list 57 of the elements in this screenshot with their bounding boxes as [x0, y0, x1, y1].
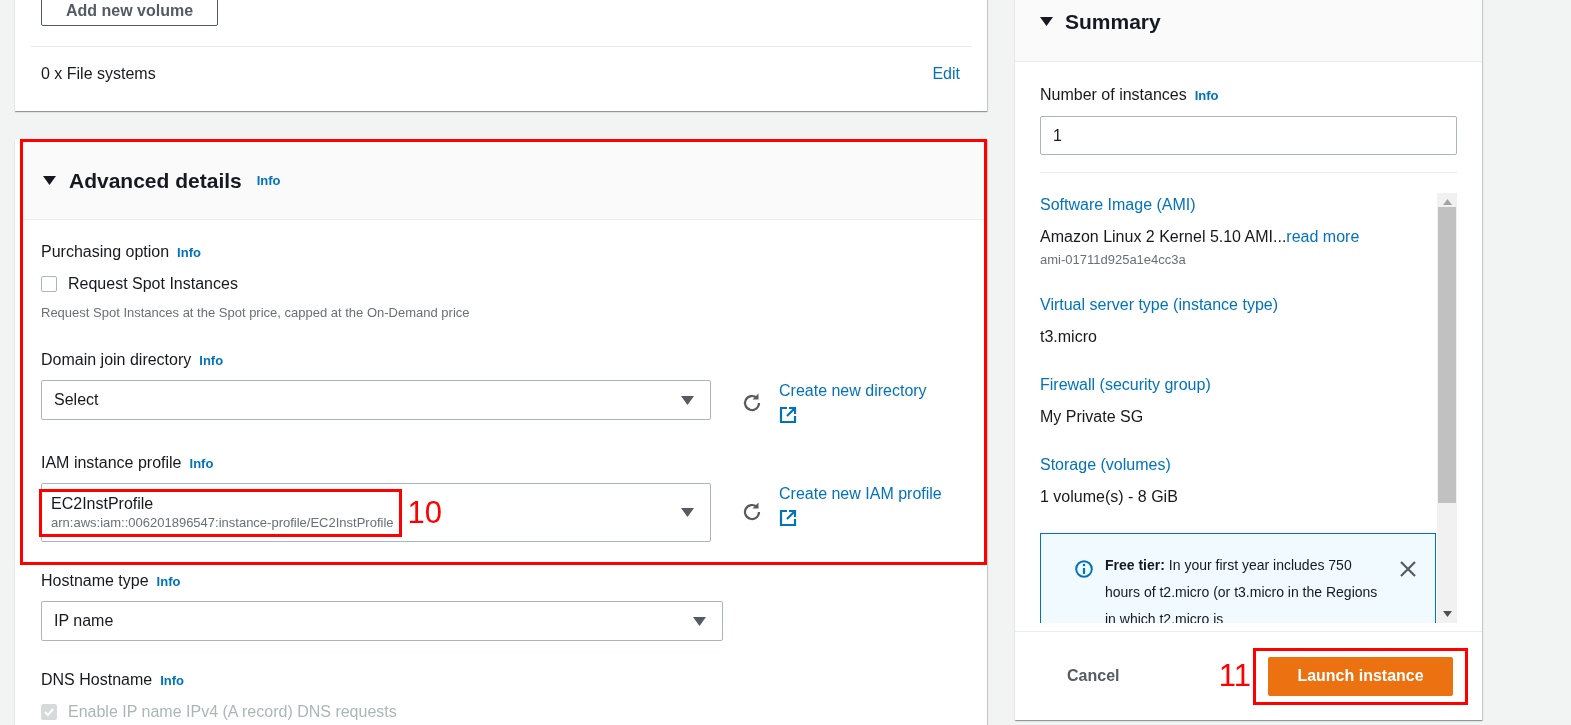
- summary-value: t3.micro: [1040, 328, 1097, 345]
- scroll-up-arrow-icon: [1442, 199, 1452, 205]
- section-title: Advanced details: [69, 168, 242, 193]
- select-value: EC2InstProfile: [51, 493, 155, 514]
- cancel-button[interactable]: Cancel: [1067, 663, 1120, 689]
- annotation-number: 11: [1218, 658, 1251, 694]
- field-label: Hostname type: [41, 571, 149, 591]
- select-description: arn:aws:iam::006201896547:instance-profile/EC2InstProfile: [51, 513, 394, 532]
- summary-link[interactable]: Software Image (AMI): [1040, 193, 1437, 217]
- summary-value: My Private SG: [1040, 408, 1144, 425]
- info-link[interactable]: Info: [256, 173, 281, 188]
- info-link[interactable]: Info: [199, 350, 224, 372]
- read-more-link[interactable]: read more: [1286, 228, 1360, 245]
- summary-link[interactable]: Firewall (security group): [1040, 373, 1437, 397]
- dropdown-select[interactable]: Select: [41, 380, 711, 420]
- add-volume-button[interactable]: Add new volume: [41, 0, 219, 26]
- summary-detail: ami-01711d925a1e4cc3a: [1040, 251, 1187, 269]
- info-icon: [1075, 560, 1093, 578]
- summary-link[interactable]: Virtual server type (instance type): [1040, 293, 1437, 317]
- launch-instance-button[interactable]: Launch instance: [1268, 656, 1453, 696]
- summary-value: Amazon Linux 2 Kernel 5.10 AMI...read more: [1040, 228, 1360, 245]
- annotation-number: 10: [407, 494, 443, 531]
- close-icon[interactable]: [1399, 560, 1417, 578]
- select-value: Select: [54, 390, 99, 410]
- info-link[interactable]: Info: [177, 242, 201, 264]
- info-link[interactable]: Info: [1194, 85, 1219, 107]
- panel-title: Summary: [1065, 9, 1161, 34]
- checkbox-label: Request Spot Instances: [68, 274, 238, 294]
- caret-down-icon: [681, 508, 694, 517]
- file-systems-label: 0 x File systems: [41, 65, 156, 83]
- scrollbar[interactable]: [1437, 193, 1457, 623]
- summary-value: 1 volume(s) - 8 GiB: [1040, 488, 1178, 505]
- field-label: Purchasing option: [41, 242, 170, 262]
- dropdown-select[interactable]: EC2InstProfile arn:aws:iam::006201896547:instance-profile/EC2InstProfile 10: [41, 483, 711, 542]
- checkbox[interactable]: [41, 276, 57, 292]
- info-link[interactable]: Info: [156, 571, 181, 593]
- field-label: DNS Hostname: [41, 670, 153, 690]
- checkbox-label: Enable IP name IPv4 (A record) DNS requests: [68, 702, 397, 722]
- refresh-icon[interactable]: [741, 501, 763, 523]
- external-link-icon: [779, 406, 797, 424]
- refresh-icon[interactable]: [741, 392, 763, 414]
- select-value: IP name: [54, 611, 114, 631]
- caret-down-icon: [693, 616, 706, 626]
- instance-count-field[interactable]: 1: [1040, 116, 1457, 155]
- summary-link[interactable]: Storage (volumes): [1040, 453, 1437, 477]
- caret-down-icon: [681, 395, 694, 405]
- create-link[interactable]: Create new IAM profile: [779, 485, 942, 503]
- field-description: Request Spot Instances at the Spot price, capped at the On-Demand price: [41, 304, 471, 321]
- info-link[interactable]: Info: [189, 453, 214, 475]
- external-link-icon: [779, 509, 797, 527]
- field-label: Domain join directory: [41, 350, 192, 370]
- field-label: IAM instance profile: [41, 453, 182, 473]
- create-link[interactable]: Create new directory: [779, 382, 927, 400]
- field-label: Number of instances: [1040, 85, 1187, 105]
- dropdown-select[interactable]: IP name: [41, 601, 723, 641]
- scroll-down-arrow-icon: [1442, 611, 1452, 617]
- edit-link[interactable]: Edit: [932, 65, 960, 83]
